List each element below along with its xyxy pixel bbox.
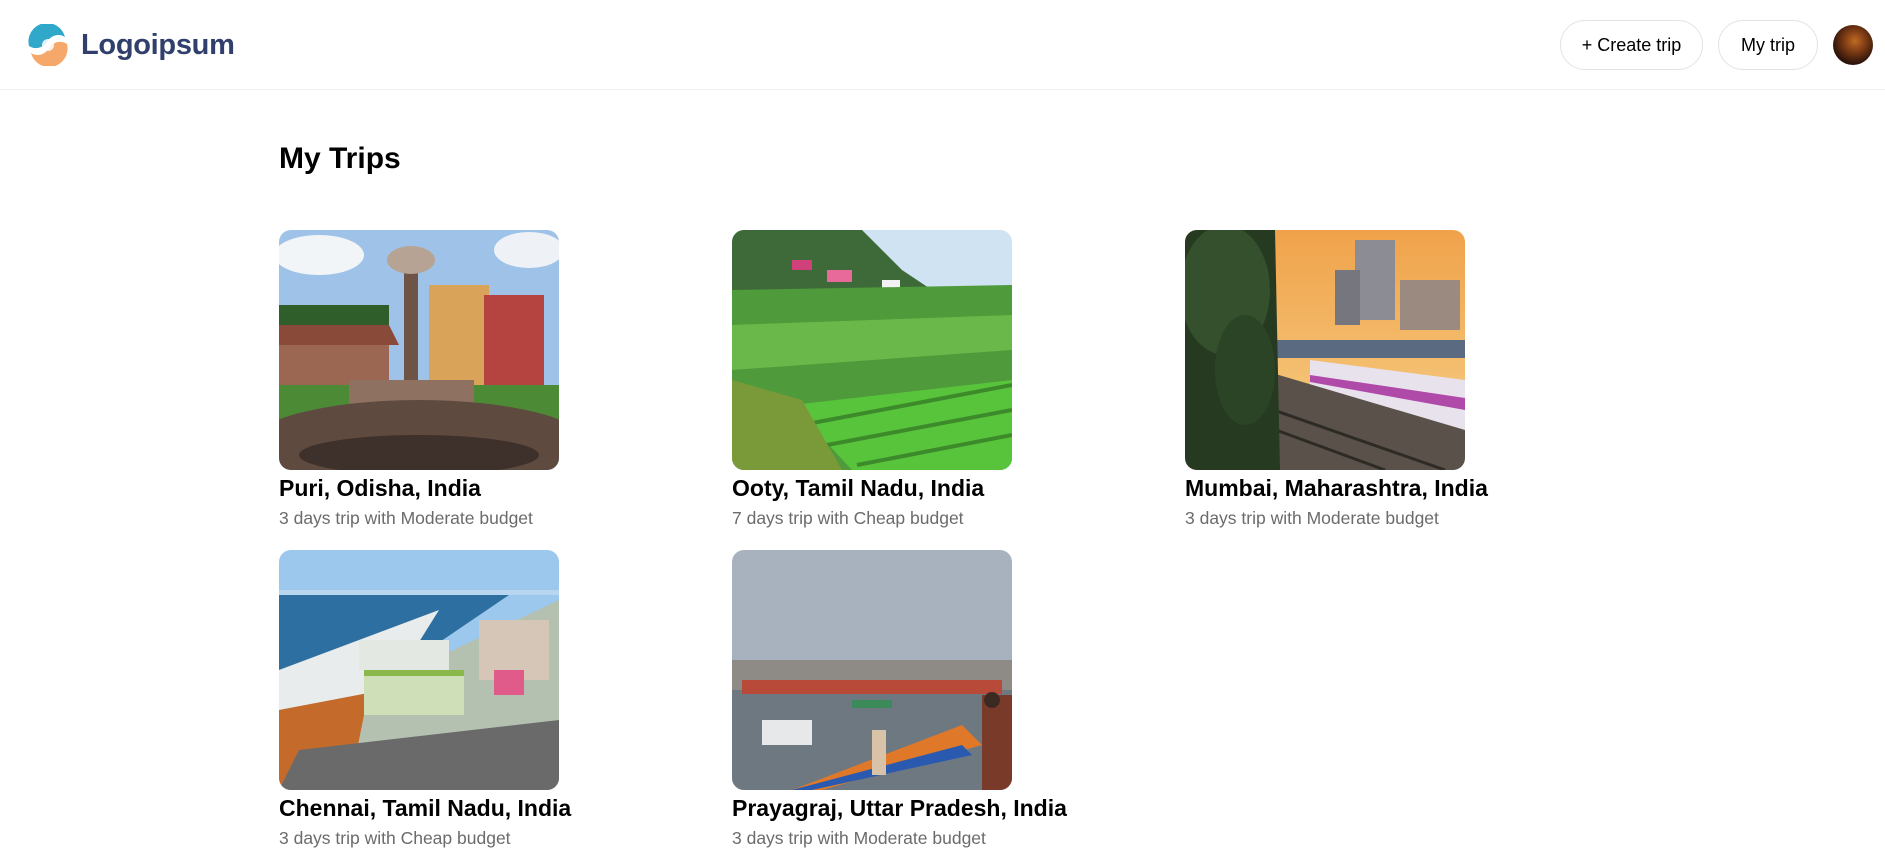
trip-image-chennai <box>279 550 559 790</box>
trip-location: Chennai, Tamil Nadu, India <box>279 795 572 821</box>
top-navbar: Logoipsum + Create trip My trip <box>0 0 1885 90</box>
trip-location: Puri, Odisha, India <box>279 475 481 501</box>
trip-summary: 3 days trip with Moderate budget <box>732 828 986 848</box>
trip-image-ooty <box>732 230 1012 470</box>
logo[interactable]: Logoipsum <box>23 24 235 66</box>
trip-image-puri <box>279 230 559 470</box>
trip-card-chennai[interactable]: Chennai, Tamil Nadu, India 3 days trip w… <box>279 550 679 849</box>
trip-location: Ooty, Tamil Nadu, India <box>732 475 985 501</box>
trip-image-mumbai <box>1185 230 1465 470</box>
trip-summary: 3 days trip with Moderate budget <box>279 508 533 528</box>
trip-location: Mumbai, Maharashtra, India <box>1185 475 1488 501</box>
trip-summary: 7 days trip with Cheap budget <box>732 508 964 528</box>
my-trip-button[interactable]: My trip <box>1718 20 1818 70</box>
trip-card-ooty[interactable]: Ooty, Tamil Nadu, India 7 days trip with… <box>732 230 1132 529</box>
create-trip-button[interactable]: + Create trip <box>1560 20 1703 70</box>
trip-card-prayagraj[interactable]: Prayagraj, Uttar Pradesh, India 3 days t… <box>732 550 1132 849</box>
trip-card-mumbai[interactable]: Mumbai, Maharashtra, India 3 days trip w… <box>1185 230 1585 529</box>
trip-image-prayagraj <box>732 550 1012 790</box>
logo-text: Logoipsum <box>81 28 235 61</box>
trip-summary: 3 days trip with Moderate budget <box>1185 508 1439 528</box>
page-title: My Trips <box>279 142 401 175</box>
logo-icon <box>28 24 68 66</box>
user-avatar[interactable] <box>1833 25 1873 65</box>
trip-summary: 3 days trip with Cheap budget <box>279 828 511 848</box>
trip-card-puri[interactable]: Puri, Odisha, India 3 days trip with Mod… <box>279 230 679 529</box>
trip-location: Prayagraj, Uttar Pradesh, India <box>732 795 1067 821</box>
